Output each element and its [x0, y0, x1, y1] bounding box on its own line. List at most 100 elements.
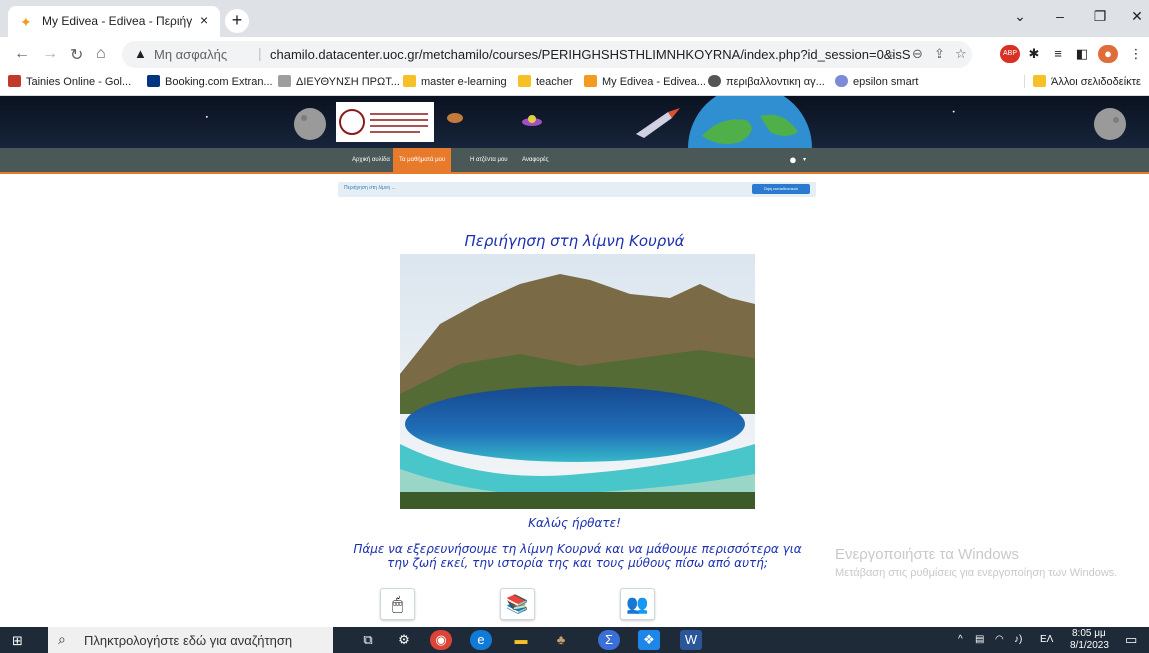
bookmark-star-icon[interactable]: ☆ — [955, 46, 967, 62]
browser-tab[interactable]: ✦ My Edivea - Edivea - Περιήγηση × — [8, 6, 220, 37]
bookmark-item[interactable]: My Edivea - Edivea... — [584, 75, 706, 88]
security-label[interactable]: Μη ασφαλής — [154, 47, 227, 62]
books-icon[interactable]: 📚 — [500, 588, 535, 620]
other-bookmarks[interactable]: Άλλοι σελιδοδείκτε — [1024, 75, 1141, 88]
ministry-icon — [278, 75, 291, 87]
folder-icon — [403, 75, 416, 87]
bookmark-label: My Edivea - Edivea... — [602, 76, 706, 88]
bookmark-label: epsilon smart — [853, 76, 919, 88]
clock-date[interactable]: 8/1/2023 — [1070, 640, 1109, 651]
edivea-favicon-icon: ✦ — [20, 14, 32, 30]
nav-reports[interactable]: Αναφορές — [516, 148, 555, 172]
tray-chevron-icon[interactable]: ^ — [958, 634, 963, 645]
nav-home[interactable]: Αρχική αυλίδα — [346, 148, 396, 172]
windows-taskbar: ⊞ ⌕ Πληκτρολογήστε εδώ για αναζήτηση ⧉ ⚙… — [0, 627, 1149, 653]
url-text[interactable]: chamilo.datacenter.uoc.gr/metchamilo/cou… — [270, 47, 910, 62]
activation-subtitle: Μετάβαση στις ρυθμίσεις για ενεργοποίηση… — [835, 567, 1118, 579]
folder-icon — [1033, 75, 1046, 87]
breadcrumb-link[interactable]: Περιήγηση στη λίμνη ... — [344, 185, 396, 191]
site-banner — [0, 86, 1149, 148]
network-icon[interactable]: ▤ — [975, 634, 984, 645]
user-avatar-icon[interactable]: ● — [789, 152, 797, 167]
new-tab-button[interactable]: + — [225, 9, 249, 33]
users-icon[interactable]: 👥 — [620, 588, 655, 620]
side-panel-icon[interactable]: ◧ — [1072, 45, 1092, 63]
bookmark-item[interactable]: epsilon smart — [835, 75, 918, 88]
wifi-icon[interactable]: ◠ — [995, 634, 1004, 645]
chevron-down-icon[interactable]: ▾ — [803, 156, 806, 163]
bookmark-item[interactable]: teacher — [518, 75, 573, 88]
chrome-taskbar-icon[interactable]: ◉ — [430, 630, 452, 650]
bookmark-item[interactable]: περιβαλλοντικη αγ... — [708, 75, 825, 88]
course-intro-text: Πάμε να εξερευνήσουμε τη λίμνη Κουρνά κα… — [353, 542, 802, 570]
reading-list-icon[interactable]: ≡ — [1048, 45, 1068, 63]
chrome-menu-icon[interactable]: ⋮ — [1126, 45, 1146, 63]
tab-title: My Edivea - Edivea - Περιήγηση — [42, 14, 192, 28]
language-indicator[interactable]: ΕΛ — [1040, 634, 1053, 645]
browser-tab-strip: ✦ My Edivea - Edivea - Περιήγηση × + ⌄ –… — [0, 0, 1149, 37]
folder-icon — [518, 75, 531, 87]
home-icon[interactable]: ⌂ — [96, 45, 106, 63]
profile-avatar[interactable]: ● — [1098, 45, 1118, 63]
tab-close-icon[interactable]: × — [200, 12, 208, 28]
mouse-board-icon[interactable]: 🖱 — [380, 588, 415, 620]
welcome-text: Καλώς ήρθατε! — [528, 516, 621, 530]
app-icon[interactable]: ♣ — [550, 630, 572, 650]
nav-agenda[interactable]: Η ατζέντα μου — [464, 148, 514, 172]
nav-my-courses[interactable]: Τα μαθήματά μου — [393, 148, 452, 172]
search-icon: ⌕ — [58, 631, 66, 647]
share-icon[interactable]: ⇪ — [934, 46, 945, 62]
close-window-button[interactable]: ✕ — [1117, 8, 1149, 25]
breadcrumb: Περιήγηση στη λίμνη ... Όψη εκπαιδευτικο… — [338, 182, 816, 197]
word-icon[interactable]: W — [680, 630, 702, 650]
course-title: Περιήγηση στη λίμνη Κουρνά — [464, 232, 685, 250]
tab-search-icon[interactable]: ⌄ — [1000, 8, 1040, 25]
browser-toolbar: ← → ↻ ⌂ ▲ Μη ασφαλής | chamilo.datacente… — [0, 37, 1149, 71]
file-explorer-icon[interactable]: ▬ — [510, 630, 532, 650]
globe-icon — [708, 75, 721, 87]
bookmark-item[interactable]: master e-learning — [403, 75, 507, 88]
notification-icon[interactable]: ▭ — [1125, 632, 1137, 648]
reload-icon[interactable]: ↻ — [70, 45, 83, 65]
lake-kournas-image — [400, 254, 755, 509]
bookmarks-bar: Tainies Online - Gol... Booking.com Extr… — [0, 71, 1149, 96]
forward-icon[interactable]: → — [42, 45, 58, 63]
zoom-icon[interactable]: ⊖ — [912, 46, 923, 62]
bookmark-label: περιβαλλοντικη αγ... — [726, 76, 825, 88]
other-bookmarks-label: Άλλοι σελιδοδείκτε — [1051, 76, 1141, 88]
settings-gear-icon[interactable]: ⚙ — [393, 630, 415, 650]
edivea-favicon-icon — [584, 75, 597, 87]
clock-time[interactable]: 8:05 μμ — [1072, 628, 1106, 639]
bookmark-item[interactable]: Booking.com Extran... — [147, 75, 273, 88]
warning-icon[interactable]: ▲ — [134, 46, 147, 61]
student-view-button[interactable]: Όψη εκπαιδευτικού — [752, 184, 810, 194]
edge-icon[interactable]: e — [470, 630, 492, 650]
adblock-icon[interactable]: ABP — [1000, 45, 1020, 63]
booking-icon — [147, 75, 160, 87]
space-banner-graphic — [294, 86, 1126, 148]
extensions-icon[interactable]: ✱ — [1024, 45, 1044, 63]
search-page-icon[interactable]: ⌕ — [888, 46, 895, 62]
sigma-app-icon[interactable]: Σ — [598, 630, 620, 650]
dropbox-icon[interactable]: ❖ — [638, 630, 660, 650]
address-bar[interactable]: ▲ Μη ασφαλής | chamilo.datacenter.uoc.gr… — [122, 41, 972, 68]
bookmark-favicon-icon — [8, 75, 21, 87]
windows-start-icon[interactable]: ⊞ — [12, 633, 23, 649]
taskbar-search[interactable]: ⌕ Πληκτρολογήστε εδώ για αναζήτηση — [48, 627, 333, 653]
back-icon[interactable]: ← — [14, 45, 30, 63]
minimize-button[interactable]: – — [1040, 8, 1080, 24]
bookmark-label: Booking.com Extran... — [165, 76, 273, 88]
volume-icon[interactable]: ♪) — [1014, 634, 1022, 645]
address-divider: | — [258, 45, 262, 61]
bookmark-label: master e-learning — [421, 76, 507, 88]
bookmark-label: teacher — [536, 76, 573, 88]
task-view-icon[interactable]: ⧉ — [357, 630, 379, 650]
bookmark-item[interactable]: Tainies Online - Gol... — [8, 75, 131, 88]
activation-title: Ενεργοποιήστε τα Windows — [835, 546, 1019, 563]
restore-button[interactable]: ❐ — [1080, 8, 1120, 25]
epsilon-icon — [835, 75, 848, 87]
site-navbar: Αρχική αυλίδα Τα μαθήματά μου Η ατζέντα … — [0, 148, 1149, 174]
bookmark-item[interactable]: ΔΙΕΥΘΥΝΣΗ ΠΡΩΤ... — [278, 75, 400, 88]
taskbar-search-placeholder: Πληκτρολογήστε εδώ για αναζήτηση — [84, 633, 293, 648]
bookmark-label: ΔΙΕΥΘΥΝΣΗ ΠΡΩΤ... — [296, 76, 400, 88]
